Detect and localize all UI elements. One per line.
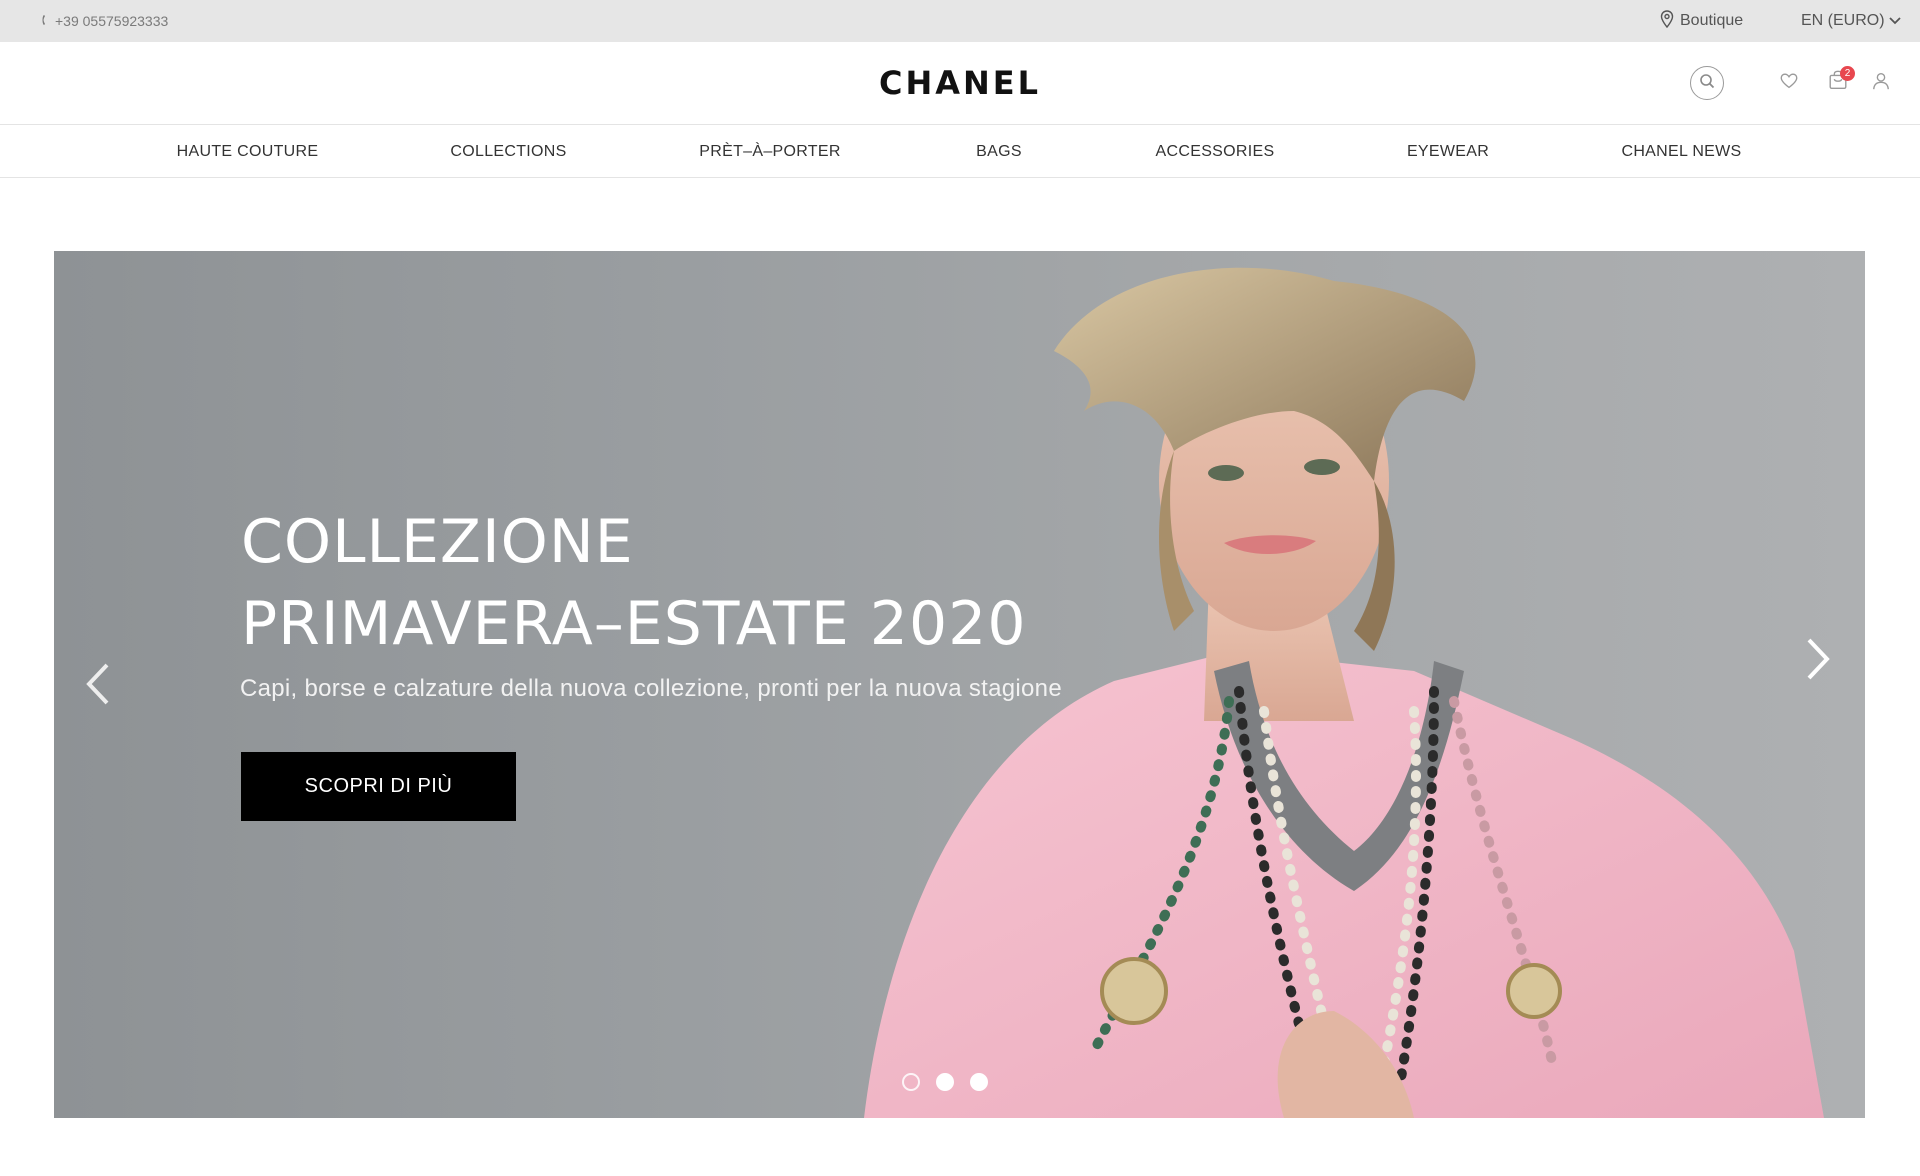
carousel-dot-3[interactable]	[970, 1073, 988, 1091]
hero-title: COLLEZIONE PRIMAVERA–ESTATE 2020	[241, 501, 1141, 665]
site-header: CHANEL 2	[0, 42, 1920, 125]
brand-logo[interactable]: CHANEL	[860, 62, 1060, 104]
hero-title-line-2: PRIMAVERA–ESTATE 2020	[241, 589, 1027, 659]
language-label: EN (EURO)	[1801, 12, 1885, 29]
search-button[interactable]	[1690, 66, 1724, 100]
heart-icon	[1779, 71, 1799, 96]
language-selector[interactable]: EN (EURO)	[1801, 0, 1901, 42]
hero-banner: COLLEZIONE PRIMAVERA–ESTATE 2020 Capi, b…	[54, 251, 1865, 1118]
nav-item-collections[interactable]: COLLECTIONS	[440, 126, 577, 178]
carousel-next-button[interactable]	[1798, 631, 1838, 691]
top-utility-bar: +39 05575923333 Boutique EN (EURO)	[0, 0, 1920, 42]
phone-number: +39 05575923333	[55, 13, 169, 29]
boutique-label: Boutique	[1680, 12, 1744, 29]
carousel-pagination	[902, 1073, 988, 1091]
carousel-dot-2[interactable]	[936, 1073, 954, 1091]
chevron-right-icon	[1805, 637, 1831, 686]
nav-item-bags[interactable]: BAGS	[966, 126, 1032, 178]
search-icon	[1699, 73, 1715, 94]
wishlist-button[interactable]	[1778, 72, 1800, 94]
chevron-left-icon	[85, 662, 111, 711]
boutique-link[interactable]: Boutique	[1660, 0, 1743, 42]
nav-item-eyewear[interactable]: EYEWEAR	[1398, 126, 1498, 178]
carousel-prev-button[interactable]	[78, 656, 118, 716]
carousel-dot-1[interactable]	[902, 1073, 920, 1091]
nav-item-chanel-news[interactable]: CHANEL NEWS	[1615, 126, 1748, 178]
hero-subtitle: Capi, borse e calzature della nuova coll…	[240, 675, 1062, 702]
nav-item-haute-couture[interactable]: HAUTE COUTURE	[170, 126, 325, 178]
phone-icon	[41, 13, 51, 29]
hero-title-line-1: COLLEZIONE	[241, 507, 634, 577]
discover-more-button[interactable]: SCOPRI DI PIÙ	[241, 752, 516, 821]
nav-item-pret-a-porter[interactable]: PRÈT–À–PORTER	[692, 126, 848, 178]
account-button[interactable]	[1870, 72, 1892, 94]
phone-contact[interactable]: +39 05575923333	[41, 0, 168, 42]
location-pin-icon	[1660, 9, 1674, 33]
nav-item-accessories[interactable]: ACCESSORIES	[1150, 126, 1280, 178]
main-navigation: HAUTE COUTURE COLLECTIONS PRÈT–À–PORTER …	[0, 126, 1920, 178]
cart-count-badge: 2	[1840, 66, 1855, 81]
chevron-down-icon	[1888, 12, 1901, 30]
user-icon	[1871, 71, 1891, 96]
